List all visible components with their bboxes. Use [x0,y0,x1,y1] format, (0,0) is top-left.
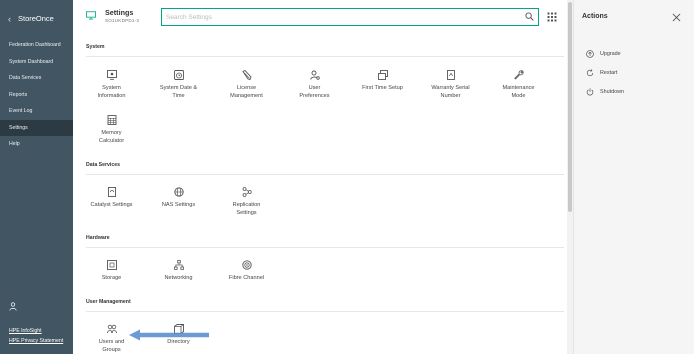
scrollbar-thumb[interactable] [568,2,572,212]
sidebar-item-federation-dashboard[interactable]: Federation Dashboard [0,37,73,54]
tile-replication-settings[interactable]: Replication Settings [212,187,281,217]
catalyst-icon [107,187,116,197]
tile-system-date-time[interactable]: System Date & Time [144,70,213,100]
user-account-icon[interactable] [9,302,17,311]
section-title-user-management: User Management [86,299,131,305]
search-input[interactable] [161,8,539,26]
tile-system-information[interactable]: System Information [77,70,146,100]
tile-warranty-serial-number[interactable]: Warranty Serial Number [416,70,485,100]
tile-user-preferences[interactable]: User Preferences [280,70,349,100]
actions-title: Actions [582,13,608,20]
fibre-channel-icon [241,260,252,270]
sidebar-footer: HPE InfoSight HPE Privacy Statement [0,302,73,346]
section-divider [86,56,564,57]
system-name: SO1UKDPD1-3 [105,18,140,23]
calculator-icon [107,115,116,125]
sidebar-item-help[interactable]: Help [0,136,73,153]
storage-icon [106,260,117,270]
apps-grid-icon[interactable] [547,12,557,22]
upgrade-icon [586,50,594,58]
restart-icon [586,69,594,77]
hpe-infosight-link[interactable]: HPE InfoSight [9,326,73,336]
settings-content: System System Information System Date & … [73,38,567,354]
power-icon [586,88,594,96]
section-title-system: System [86,44,105,50]
shutdown-action[interactable]: Shutdown [586,87,624,97]
license-icon [241,70,252,80]
user-preferences-icon [309,70,320,80]
section-divider [86,311,564,312]
section-title-hardware: Hardware [86,235,110,241]
annotation-arrow-icon [129,329,209,341]
tile-catalyst-settings[interactable]: Catalyst Settings [77,187,146,209]
section-title-data-services: Data Services [86,162,121,168]
monitor-icon [86,11,96,20]
hpe-privacy-statement-link[interactable]: HPE Privacy Statement [9,336,73,346]
networking-icon [173,260,184,270]
close-icon[interactable] [672,13,681,22]
page-header: Settings SO1UKDPD1-3 [73,0,567,38]
sidebar-item-reports[interactable]: Reports [0,87,73,104]
replication-icon [242,187,252,197]
back-chevron-icon[interactable]: ‹ [8,14,11,24]
section-divider [86,174,564,175]
clock-icon [173,70,184,80]
sidebar-item-data-services[interactable]: Data Services [0,70,73,87]
nas-icon [173,187,184,197]
sidebar-item-settings[interactable]: Settings [0,119,73,136]
page-title: Settings [105,8,134,17]
tile-license-management[interactable]: License Management [212,70,281,100]
system-information-icon [106,70,117,80]
first-time-setup-icon [377,70,388,80]
tile-first-time-setup[interactable]: First Time Setup [348,70,417,92]
users-groups-icon [106,324,117,334]
sidebar-item-system-dashboard[interactable]: System Dashboard [0,54,73,71]
tile-fibre-channel[interactable]: Fibre Channel [212,260,281,282]
sidebar-item-event-log[interactable]: Event Log [0,103,73,120]
tile-nas-settings[interactable]: NAS Settings [144,187,213,209]
tile-networking[interactable]: Networking [144,260,213,282]
warranty-icon [446,70,455,80]
tile-storage[interactable]: Storage [77,260,146,282]
upgrade-action[interactable]: Upgrade [586,49,621,59]
wrench-icon [513,70,524,80]
app-name: StoreOnce [18,14,54,23]
tile-memory-calculator[interactable]: Memory Calculator [77,115,146,145]
tile-maintenance-mode[interactable]: Maintenance Mode [484,70,553,100]
brand-bar[interactable]: ‹ StoreOnce [0,0,73,37]
search-icon[interactable] [525,12,534,21]
restart-action[interactable]: Restart [586,68,617,78]
section-divider [86,247,564,248]
sidebar: ‹ StoreOnce Federation Dashboard System … [0,0,73,354]
actions-panel: Actions Upgrade Restart Shutdown [573,0,694,354]
